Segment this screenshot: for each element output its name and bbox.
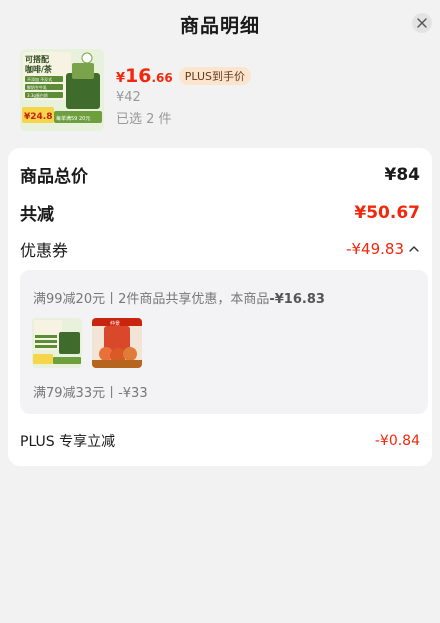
chevron-up-icon[interactable] (408, 243, 420, 255)
price-detail-card: 商品总价 ¥84 共减 ¥50.67 优惠券 -¥49.83 满99减20元丨2… (8, 148, 432, 466)
product-image[interactable]: 可搭配 咖啡/茶 不添加 不反式 鲜奶生牛乳 3.3g蛋白质 ¥24.8 每单满… (20, 49, 104, 131)
row-plus-reduce: PLUS 专享立减 -¥0.84 (20, 431, 420, 451)
selected-count: 已选 2 件 (116, 112, 172, 127)
price-currency: ¥ (116, 71, 126, 86)
row-total-price: 商品总价 ¥84 (20, 162, 421, 188)
total-reduce-value: ¥50.67 (354, 202, 420, 223)
modal-header: 商品明细 (0, 0, 440, 48)
original-price: ¥42 (116, 90, 141, 105)
coupon-product-thumb-2[interactable]: 仲景 (92, 318, 142, 368)
price-integer: 16 (125, 65, 152, 87)
plus-price-badge: PLUS到手价 (178, 67, 252, 85)
thumb-promo: 每单满59 20元 (56, 115, 90, 122)
coupon-detail-panel: 满99减20元丨2件商品共享优惠，本商品-¥16.83 仲景 满79减33元丨-… (20, 270, 428, 414)
coupon-product-art-1 (32, 318, 82, 368)
coupon-value: -¥49.83 (346, 240, 404, 258)
total-reduce-label: 共减 (20, 205, 54, 225)
thumb-text-line1: 可搭配 (25, 54, 49, 64)
coupon-label: 优惠券 (20, 241, 69, 260)
thumb-price: ¥24.8 (24, 112, 52, 122)
coupon-value-group[interactable]: -¥49.83 (346, 240, 420, 258)
total-price-label: 商品总价 (20, 167, 88, 187)
plus-reduce-value: -¥0.84 (374, 433, 420, 449)
coupon-line-1-amount: -¥16.83 (269, 292, 325, 307)
thumb-tag-2: 鲜奶生牛乳 (27, 84, 47, 90)
plus-reduce-label: PLUS 专享立减 (20, 434, 116, 450)
thumb2-brand-text: 仲景 (110, 320, 120, 327)
price-decimal: .66 (151, 71, 173, 85)
close-icon (417, 18, 427, 28)
thumb-text-line2: 咖啡/茶 (25, 64, 53, 74)
product-price: ¥ 16 .66 PLUS到手价 (116, 65, 252, 87)
thumb-tag-3: 3.3g蛋白质 (27, 92, 48, 98)
product-image-art: 可搭配 咖啡/茶 不添加 不反式 鲜奶生牛乳 3.3g蛋白质 ¥24.8 每单满… (20, 49, 104, 131)
coupon-line-1-text: 满99减20元丨2件商品共享优惠，本商品 (33, 292, 270, 307)
coupon-product-art-2: 仲景 (92, 318, 142, 368)
coupon-product-thumb-1[interactable] (32, 318, 82, 368)
coupon-line-2: 满79减33元丨-¥33 (33, 386, 148, 401)
row-total-reduce: 共减 ¥50.67 (20, 200, 420, 226)
row-coupon[interactable]: 优惠券 -¥49.83 (20, 237, 420, 261)
modal-title: 商品明细 (179, 14, 260, 37)
coupon-line-1: 满99减20元丨2件商品共享优惠，本商品-¥16.83 (33, 288, 325, 307)
total-price-value: ¥84 (384, 164, 421, 185)
close-button[interactable] (412, 13, 432, 33)
thumb-tag-1: 不添加 不反式 (27, 76, 52, 82)
product-summary: 可搭配 咖啡/茶 不添加 不反式 鲜奶生牛乳 3.3g蛋白质 ¥24.8 每单满… (20, 49, 420, 133)
